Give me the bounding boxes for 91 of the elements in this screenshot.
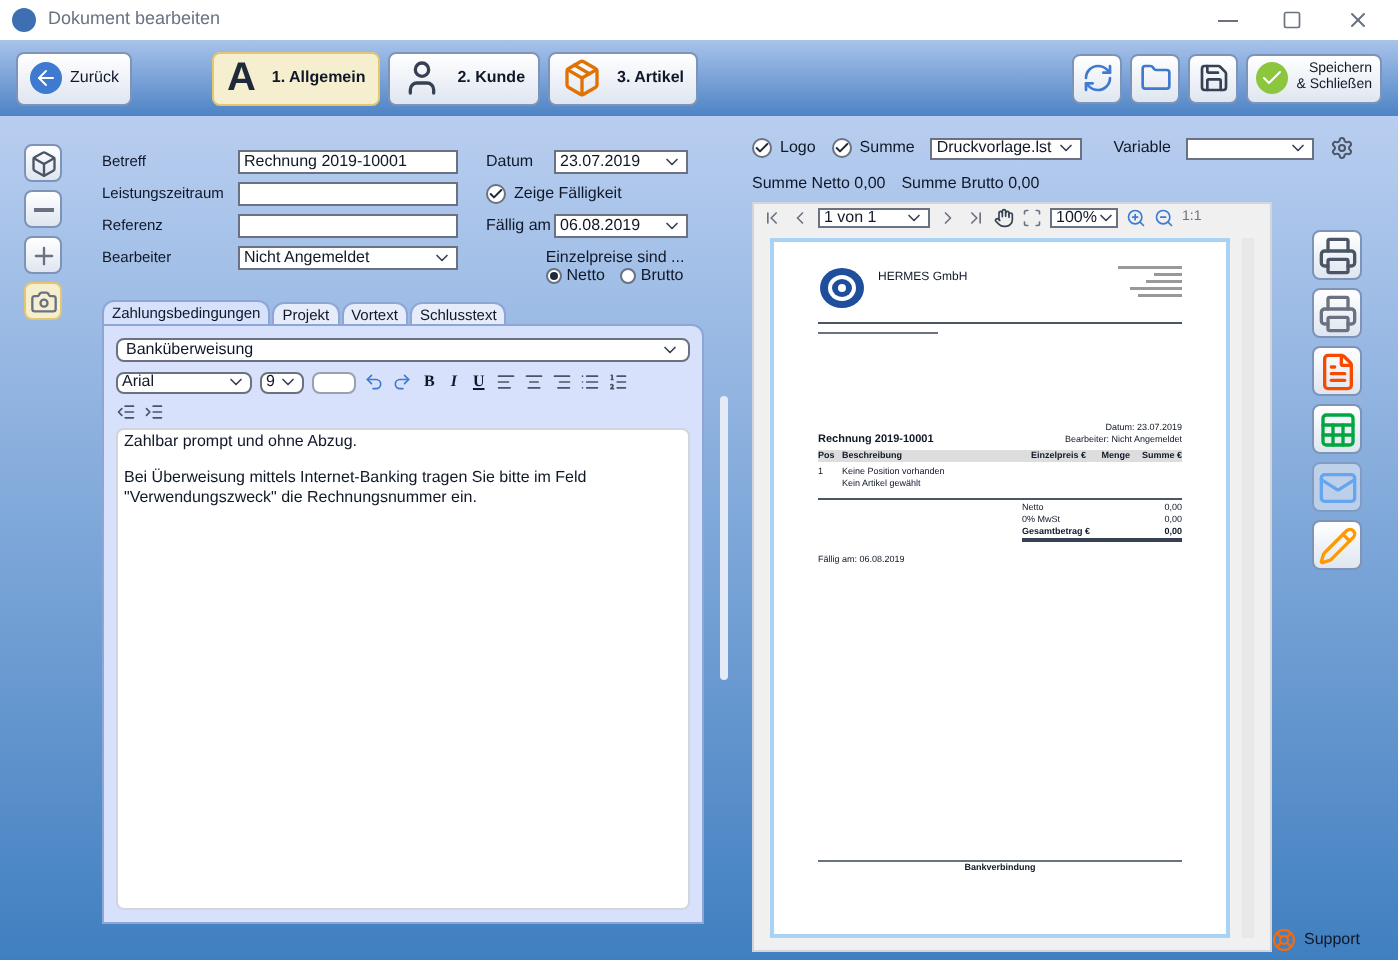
save-icon xyxy=(1197,62,1230,94)
zoom-area-icon[interactable] xyxy=(1022,208,1042,228)
checkbox[interactable] xyxy=(486,183,506,203)
last-page-icon[interactable] xyxy=(966,208,986,228)
pdf-file-icon xyxy=(1317,351,1357,391)
date-field[interactable]: 23.07.2019 xyxy=(554,149,688,173)
export-button[interactable] xyxy=(1312,346,1362,396)
format-button[interactable]: U xyxy=(468,370,489,394)
select-field[interactable]: Nicht Angemeldet xyxy=(238,245,458,269)
checkbox-label: Zeige Fälligkeit xyxy=(514,181,622,205)
refresh-button[interactable] xyxy=(1072,53,1123,103)
side-tool-button[interactable] xyxy=(24,144,62,182)
input-field[interactable] xyxy=(238,181,458,205)
zoom-select[interactable]: 100% xyxy=(1050,208,1118,228)
support-icon xyxy=(1272,928,1296,952)
folder-button[interactable] xyxy=(1130,53,1181,103)
camera-icon xyxy=(29,287,57,315)
app-icon xyxy=(12,8,36,32)
export-button[interactable] xyxy=(1312,288,1362,338)
input-field[interactable]: Rechnung 2019-10001 xyxy=(238,149,458,173)
radio-button[interactable] xyxy=(620,267,637,283)
template-select[interactable]: Druckvorlage.lst xyxy=(930,137,1082,159)
close-icon[interactable] xyxy=(1346,8,1370,32)
payment-select[interactable]: Banküberweisung xyxy=(116,338,690,362)
numbered-list-icon[interactable] xyxy=(608,372,629,392)
date-field[interactable]: 06.08.2019 xyxy=(554,213,688,237)
mail-icon xyxy=(1317,467,1357,507)
format-button[interactable]: B xyxy=(420,370,439,394)
step-tab[interactable]: 3. Artikel xyxy=(547,51,699,105)
check-icon xyxy=(1256,62,1289,94)
folder-icon xyxy=(1139,62,1172,94)
box-icon xyxy=(561,58,602,98)
settings-icon[interactable] xyxy=(1330,136,1355,160)
align-right-icon[interactable] xyxy=(552,372,573,392)
color-field[interactable] xyxy=(312,371,356,393)
redo-icon[interactable] xyxy=(392,372,412,392)
sender-line-drawing xyxy=(818,332,938,334)
outdent-icon[interactable] xyxy=(116,402,136,422)
sum-text: Summe Brutto 0,00 xyxy=(901,172,1040,190)
group-label: Einzelpreise sind ... xyxy=(545,248,685,266)
minimize-icon[interactable] xyxy=(1218,19,1238,21)
indent-icon[interactable] xyxy=(144,402,164,422)
font-select[interactable]: Arial xyxy=(116,371,252,393)
input-field[interactable] xyxy=(238,213,458,237)
window-title: Dokument bearbeiten xyxy=(48,6,221,33)
align-left-icon[interactable] xyxy=(496,372,517,392)
zoom-out-icon[interactable] xyxy=(1154,208,1174,228)
export-button[interactable] xyxy=(1312,404,1362,454)
align-center-icon[interactable] xyxy=(524,372,545,392)
plus-icon xyxy=(29,241,57,269)
first-page-icon[interactable] xyxy=(762,208,782,228)
save-button[interactable] xyxy=(1188,53,1239,103)
step-tab[interactable]: 2. Kunde xyxy=(387,51,540,105)
checkbox-label: Logo xyxy=(780,136,816,160)
radio-label: Brutto xyxy=(640,266,684,284)
field-label: Datum xyxy=(486,149,536,173)
side-tool-button[interactable] xyxy=(24,236,62,274)
step-tab[interactable]: A 1. Allgemein xyxy=(212,51,380,105)
box-icon xyxy=(29,149,57,177)
variable-select[interactable] xyxy=(1186,137,1315,159)
minus-icon xyxy=(33,207,53,211)
bullet-list-icon[interactable] xyxy=(580,372,601,392)
size-select[interactable]: 9 xyxy=(260,371,304,393)
checkbox[interactable] xyxy=(752,138,772,158)
spreadsheet-icon xyxy=(1317,409,1357,449)
page-select[interactable]: 1 von 1 xyxy=(818,208,930,228)
maximize-icon[interactable] xyxy=(1282,10,1302,30)
checkbox-label: Summe xyxy=(859,136,915,160)
letter-icon: A xyxy=(226,58,256,98)
refresh-icon xyxy=(1081,62,1114,94)
editor-paragraph: Bei Überweisung mittels Internet-Banking tragen Sie bitte im Feld "Verwendungszweck" die Rechnungsnummer ein. xyxy=(124,468,589,508)
pencil-icon xyxy=(1317,525,1357,565)
side-tool-button[interactable] xyxy=(24,282,62,320)
support-link[interactable]: Support xyxy=(1304,928,1361,952)
printer-icon xyxy=(1317,235,1357,275)
checkbox[interactable] xyxy=(831,138,852,158)
format-button[interactable]: I xyxy=(446,370,461,394)
zoom-in-icon[interactable] xyxy=(1126,208,1146,228)
export-button[interactable] xyxy=(1312,230,1362,280)
side-tool-button[interactable] xyxy=(24,190,62,228)
hand-icon[interactable] xyxy=(994,208,1014,228)
radio-button[interactable] xyxy=(546,267,563,283)
radio-label: Netto xyxy=(566,266,605,284)
sum-text: Summe Netto 0,00 xyxy=(752,172,886,190)
logo-icon xyxy=(818,266,866,310)
text-editor[interactable]: Zahlbar prompt und ohne Abzug. Bei Überweisung mittels Internet-Banking tragen Sie bitte im Feld "Verwendungszweck" die Rechnungsnummer ein. xyxy=(116,428,690,910)
field-label: Fällig am xyxy=(486,213,553,237)
editor-paragraph: Zahlbar prompt und ohne Abzug. xyxy=(124,432,360,452)
field-label: Variable xyxy=(1113,136,1171,160)
undo-icon[interactable] xyxy=(364,372,384,392)
back-button[interactable]: Zurück xyxy=(16,51,133,105)
